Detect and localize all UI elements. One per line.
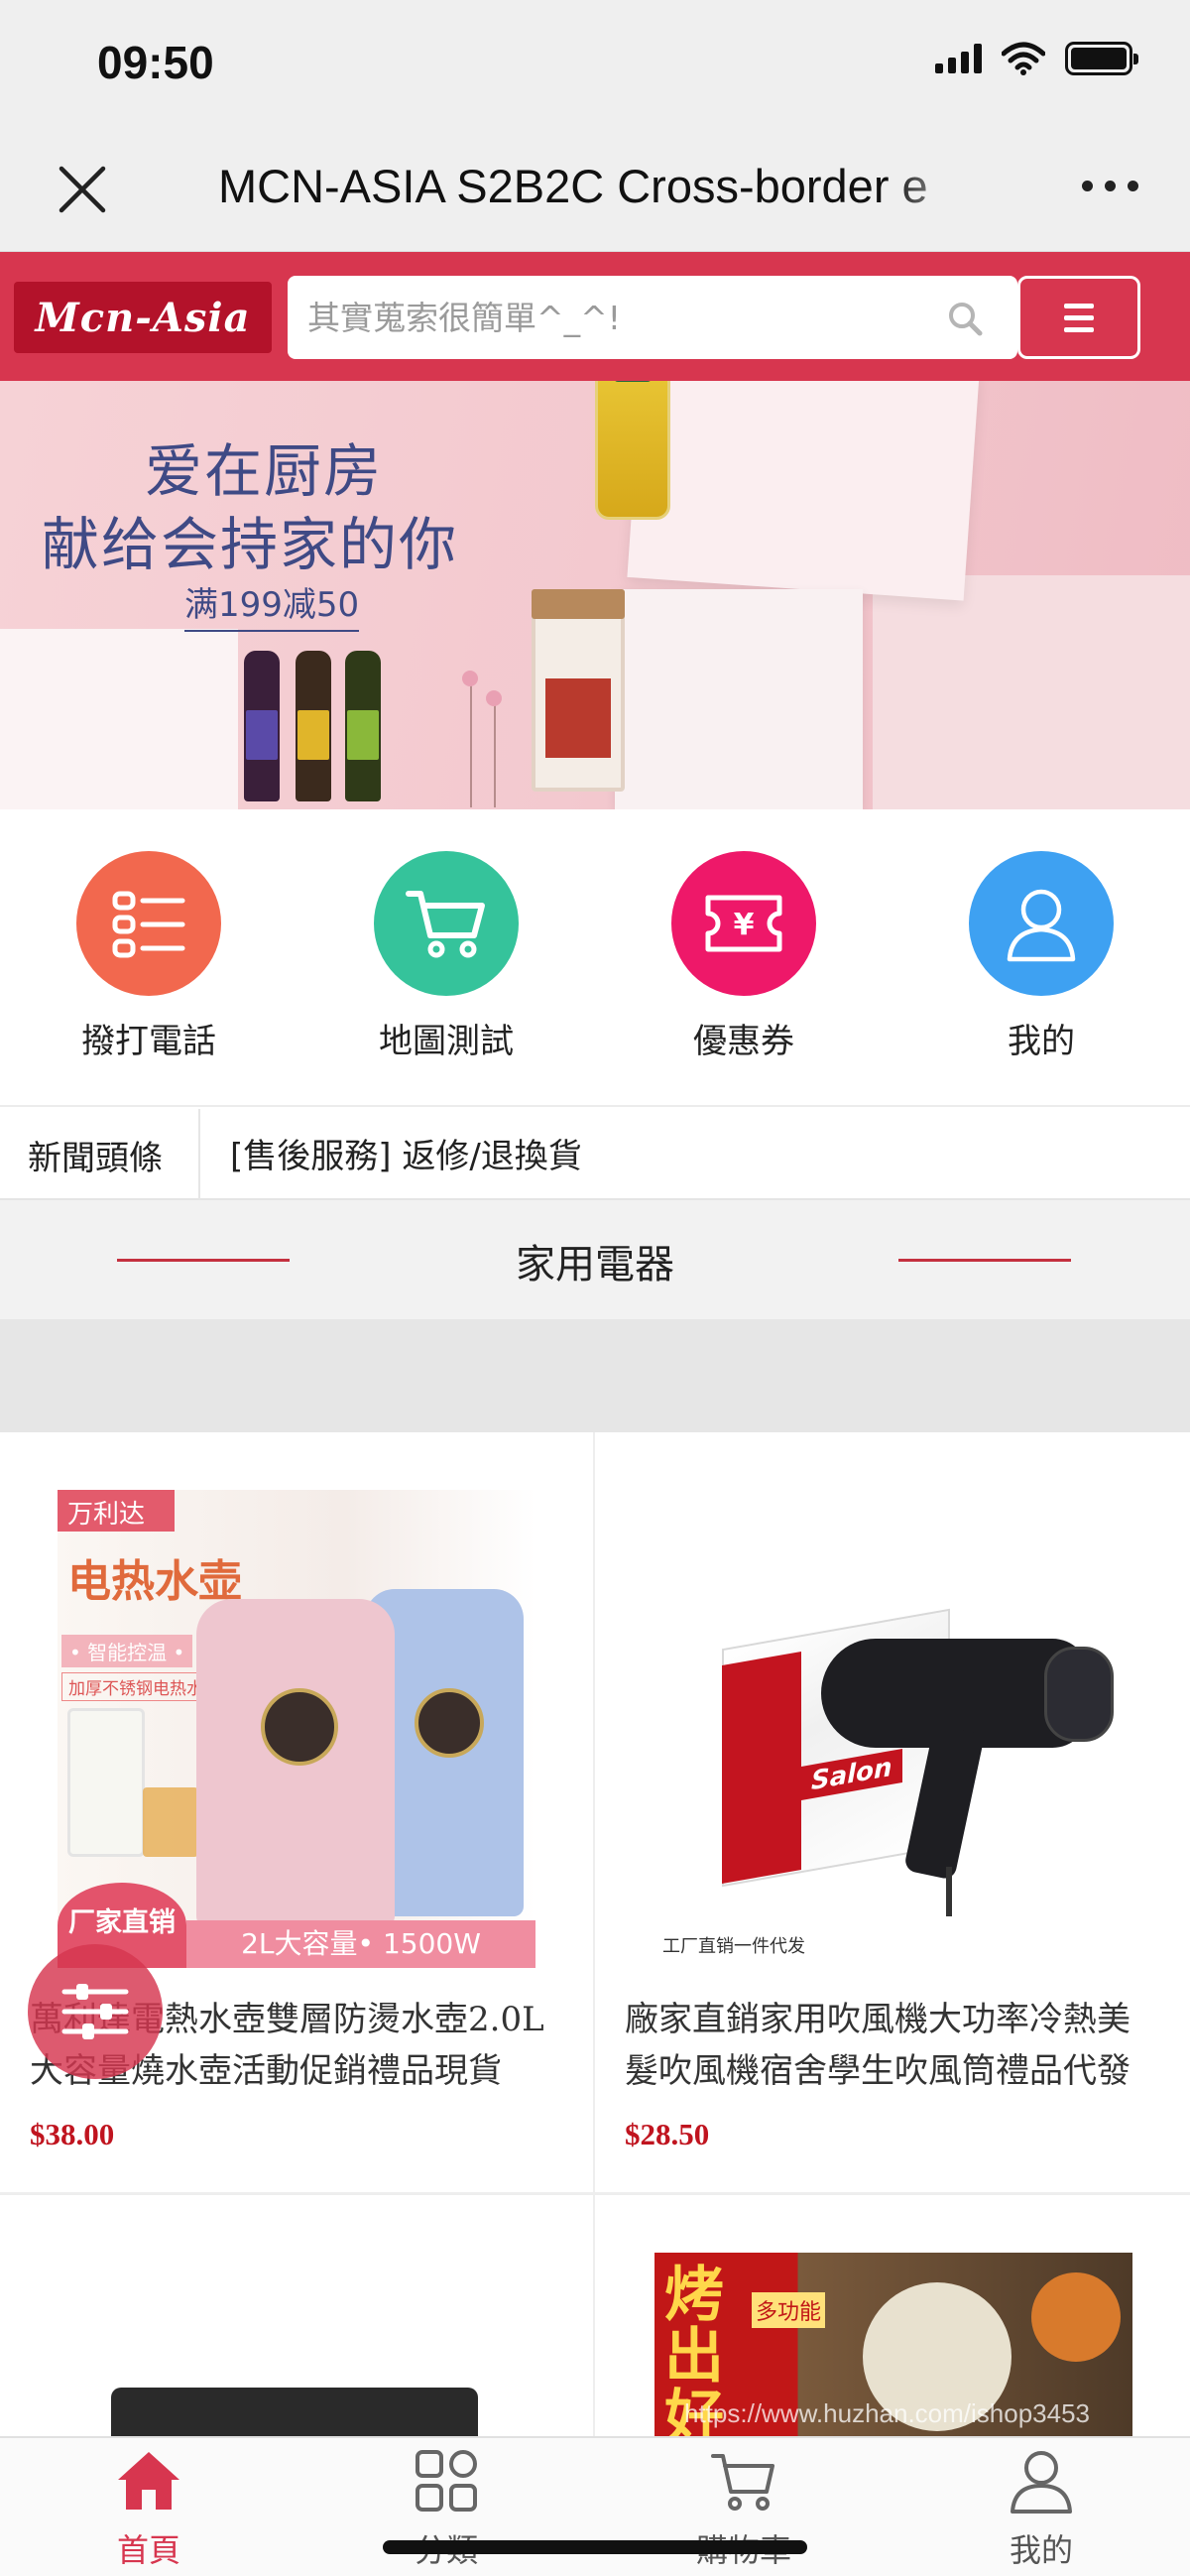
quick-nav-coupon[interactable]: ¥ 優惠券 bbox=[635, 851, 853, 1062]
bottle-image bbox=[296, 651, 331, 801]
product-grid: 万利达 电热水壶 • 智能控温 • 加厚不锈钢电热水壶 厂家直销 2L大容量• … bbox=[0, 1432, 1190, 2436]
site-header: Mcn-Asia bbox=[0, 252, 1190, 381]
search-input[interactable] bbox=[307, 276, 922, 359]
product-card[interactable]: Salon 工厂直销一件代发 廠家直銷家用吹風機大功率冷熱美髮吹風機宿舍學生吹風… bbox=[595, 1432, 1188, 2192]
image-footer: 2L大容量• 1500W bbox=[186, 1920, 536, 1968]
banner-decor bbox=[627, 381, 980, 601]
page-title: MCN-ASIA S2B2C Cross-border e bbox=[218, 160, 928, 212]
tea-tin-image bbox=[532, 589, 625, 792]
image-tag: 多功能 bbox=[752, 2292, 826, 2328]
quick-nav-label: 我的 bbox=[1008, 1022, 1075, 1061]
quick-nav-call[interactable]: 撥打電話 bbox=[40, 851, 258, 1062]
quick-nav-label: 撥打電話 bbox=[81, 1022, 216, 1061]
brand-badge: 万利达 bbox=[58, 1490, 175, 1532]
oven-product-image[interactable] bbox=[111, 2388, 478, 2436]
quick-nav-map[interactable]: 地圖測試 bbox=[337, 851, 555, 1062]
image-caption: 工厂直销一件代发 bbox=[662, 1936, 805, 1957]
status-bar: 09:50 bbox=[0, 0, 1190, 129]
watermark-text: https://www.huzhan.com/ishop3453 bbox=[684, 2398, 1091, 2428]
close-icon[interactable] bbox=[52, 159, 113, 220]
battery-icon bbox=[1065, 42, 1138, 75]
quick-nav-label: 地圖測試 bbox=[379, 1022, 514, 1061]
product-price: $28.50 bbox=[625, 2117, 710, 2151]
wifi-icon bbox=[1002, 42, 1045, 75]
filter-float-button[interactable] bbox=[28, 1944, 163, 2079]
quick-nav: 撥打電話 地圖測試 ¥ 優惠券 我的 bbox=[0, 809, 1190, 1107]
tea-cup-graphic bbox=[143, 1787, 198, 1857]
jar-graphic bbox=[67, 1708, 145, 1857]
dryer-cord-graphic bbox=[946, 1867, 952, 1916]
dryer-nozzle-graphic bbox=[1044, 1647, 1114, 1742]
site-logo[interactable]: Mcn-Asia bbox=[14, 282, 272, 353]
hair-dryer-product-image[interactable]: Salon 工厂直销一件代发 bbox=[653, 1490, 1130, 1968]
news-headline[interactable]: [售後服務] 返修/退換貨 bbox=[230, 1129, 582, 1177]
search-box bbox=[288, 276, 1017, 359]
bottom-tab-bar: 首頁 分類 購物車 我的 bbox=[0, 2436, 1190, 2576]
news-ticker[interactable]: 新聞頭條 [售後服務] 返修/退換貨 bbox=[0, 1109, 1190, 1200]
banner-subheadline: 献给会持家的你 bbox=[42, 511, 459, 578]
menu-button[interactable] bbox=[1017, 276, 1140, 359]
product-card[interactable] bbox=[0, 2195, 593, 2436]
coupon-icon: ¥ bbox=[671, 851, 816, 996]
sauce-bowl-graphic bbox=[1031, 2272, 1121, 2362]
user-icon bbox=[969, 851, 1114, 996]
banner-promo-text: 满199减50 bbox=[184, 577, 360, 632]
title-bar: MCN-ASIA S2B2C Cross-border e bbox=[0, 129, 1190, 252]
news-label: 新聞頭條 bbox=[28, 1139, 163, 1178]
status-time: 09:50 bbox=[97, 37, 214, 88]
user-icon bbox=[1011, 2451, 1072, 2514]
home-indicator[interactable] bbox=[383, 2540, 807, 2554]
search-icon[interactable] bbox=[946, 300, 984, 337]
banner-decor bbox=[873, 575, 1190, 809]
svg-text:¥: ¥ bbox=[734, 908, 755, 942]
box-stripe-graphic bbox=[722, 1651, 801, 1885]
banner-decor bbox=[0, 629, 238, 809]
promo-banner[interactable]: 爱在厨房 献给会持家的你 满199减50 bbox=[0, 381, 1190, 809]
section-spacer bbox=[0, 1319, 1190, 1432]
home-icon bbox=[118, 2452, 179, 2510]
kettle-product-image[interactable]: 万利达 电热水壶 • 智能控温 • 加厚不锈钢电热水壶 厂家直销 2L大容量• … bbox=[58, 1490, 536, 1968]
seal-graphic bbox=[415, 1688, 484, 1758]
image-title: 电热水壶 bbox=[67, 1556, 242, 1607]
product-price: $38.00 bbox=[30, 2117, 115, 2151]
status-icons bbox=[935, 42, 1138, 75]
product-name[interactable]: 廠家直銷家用吹風機大功率冷熱美髮吹風機宿舍學生吹風筒禮品代發 bbox=[625, 1994, 1160, 2097]
menu-icon bbox=[1064, 303, 1094, 308]
sliders-icon bbox=[61, 1984, 129, 2039]
tab-home[interactable]: 首頁 bbox=[0, 2446, 298, 2571]
section-line-right bbox=[898, 1259, 1071, 1262]
image-tag: • 智能控温 • bbox=[61, 1635, 193, 1667]
banner-headline: 爱在厨房 bbox=[145, 437, 384, 505]
category-icon bbox=[416, 2450, 477, 2512]
more-options-icon[interactable] bbox=[1082, 181, 1138, 191]
tab-label: 我的 bbox=[1009, 2531, 1073, 2569]
tab-mine[interactable]: 我的 bbox=[892, 2446, 1190, 2571]
quick-nav-label: 優惠券 bbox=[693, 1022, 794, 1061]
signal-icon bbox=[935, 44, 982, 73]
banner-decor bbox=[615, 589, 863, 809]
section-header: 家用電器 bbox=[0, 1200, 1190, 1319]
seal-graphic bbox=[261, 1688, 338, 1766]
cart-icon bbox=[711, 2454, 774, 2511]
cart-icon bbox=[374, 851, 519, 996]
tab-label: 首頁 bbox=[116, 2531, 180, 2569]
oil-bottle-image bbox=[595, 381, 670, 520]
divider bbox=[198, 1109, 200, 1200]
quick-nav-mine[interactable]: 我的 bbox=[932, 851, 1150, 1062]
bottle-image bbox=[345, 651, 381, 801]
bottle-image bbox=[244, 651, 280, 801]
list-icon bbox=[76, 851, 221, 996]
